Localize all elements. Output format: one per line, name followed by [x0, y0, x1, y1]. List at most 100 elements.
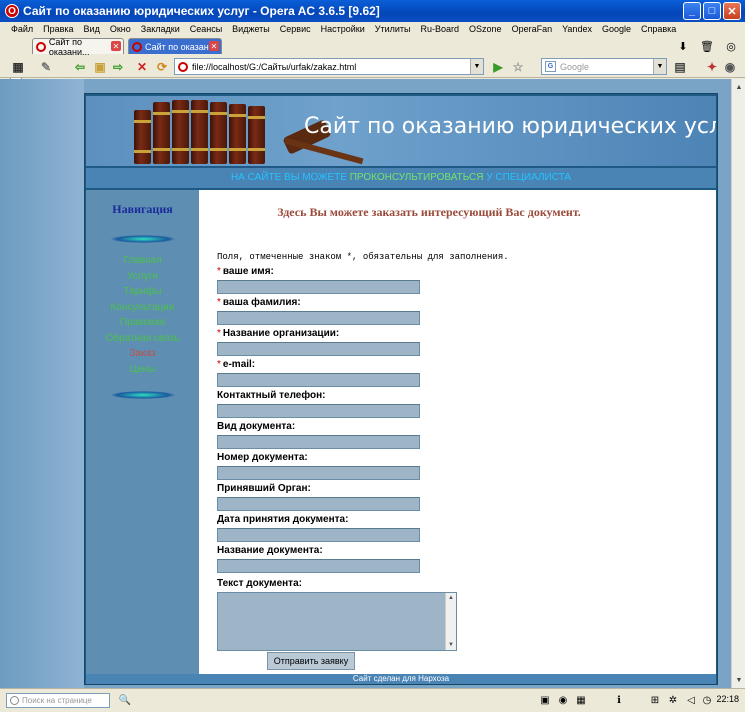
find-in-page-input[interactable]: Поиск на странице: [6, 693, 110, 708]
minimize-button[interactable]: _: [683, 2, 701, 20]
tab-close-icon[interactable]: ✕: [111, 41, 121, 51]
form-input[interactable]: [217, 404, 420, 418]
form-input[interactable]: [217, 342, 420, 356]
page-options-icon[interactable]: ▤: [672, 59, 688, 75]
sidebar-link[interactable]: Услуги: [86, 269, 199, 285]
site-footer: Сайт сделан для Нархоза: [86, 674, 716, 684]
menu-item[interactable]: Google: [597, 24, 636, 34]
menu-item[interactable]: Сеансы: [185, 24, 227, 34]
stop-icon[interactable]: ✕: [134, 59, 150, 75]
find-placeholder: Поиск на странице: [22, 696, 92, 705]
menu-item[interactable]: Вид: [79, 24, 105, 34]
search-dropdown-icon[interactable]: ▼: [653, 59, 666, 74]
field-label-text: Дата принятия документа:: [217, 514, 349, 525]
tab-close-icon[interactable]: ✕: [209, 41, 219, 51]
form-field: Номер документа:: [217, 452, 457, 480]
field-label-text: Контактный телефон:: [217, 390, 326, 401]
address-field[interactable]: file://localhost/G:/Сайты/urfak/zakaz.ht…: [174, 58, 484, 75]
menu-item[interactable]: OSzone: [464, 24, 507, 34]
form-input[interactable]: [217, 311, 420, 325]
close-button[interactable]: ✕: [723, 2, 741, 20]
menu-item[interactable]: Сервис: [275, 24, 316, 34]
eye-icon[interactable]: ◉: [722, 59, 738, 75]
slogan-highlight: ПРОКОНСУЛЬТИРОВАТЬСЯ: [349, 172, 484, 183]
address-url: file://localhost/G:/Сайты/urfak/zakaz.ht…: [192, 61, 357, 72]
field-label: * ваше имя:: [217, 266, 457, 279]
form-input[interactable]: [217, 559, 420, 573]
opera-menu-icon[interactable]: ◎: [723, 38, 739, 54]
form-field: * ваше имя:: [217, 266, 457, 294]
menu-item[interactable]: Виджеты: [227, 24, 275, 34]
settings-gear-icon[interactable]: ✲: [666, 693, 680, 707]
sidebar-link[interactable]: Консультации: [86, 300, 199, 316]
menu-item[interactable]: Закладки: [136, 24, 185, 34]
menu-item[interactable]: Окно: [105, 24, 136, 34]
menu-item[interactable]: Файл: [6, 24, 38, 34]
downloads-icon[interactable]: ⬇: [675, 38, 691, 54]
opera-tab-icon: [36, 41, 46, 52]
field-label: Контактный телефон:: [217, 390, 457, 403]
form-input[interactable]: [217, 528, 420, 542]
field-label: * e-mail:: [217, 359, 457, 372]
menu-item[interactable]: Yandex: [557, 24, 597, 34]
vertical-scrollbar[interactable]: ▲ ▼: [731, 79, 745, 688]
address-dropdown-icon[interactable]: ▼: [470, 59, 483, 74]
menu-item[interactable]: OperaFan: [507, 24, 558, 34]
maximize-button[interactable]: □: [703, 2, 721, 20]
slogan-text: НА САЙТЕ ВЫ МОЖЕТЕ: [230, 172, 350, 183]
sidebar-link[interactable]: Правовая: [86, 315, 199, 331]
menu-item[interactable]: Правка: [38, 24, 78, 34]
form-input[interactable]: [217, 280, 420, 294]
form-input[interactable]: [217, 435, 420, 449]
back-arrow-icon[interactable]: ⇦: [72, 59, 88, 75]
form-field: Дата принятия документа:: [217, 514, 457, 542]
sidebar-link[interactable]: Заказ: [86, 346, 199, 362]
tab-2-active[interactable]: Сайт по оказан... ✕: [128, 38, 222, 54]
tab-1[interactable]: Сайт по оказани... ✕: [32, 37, 124, 57]
form-input[interactable]: [217, 497, 420, 511]
folder-icon[interactable]: ▣: [92, 59, 108, 75]
forward-arrow-icon[interactable]: ⇨: [110, 59, 126, 75]
bookmark-star-icon[interactable]: ☆: [510, 59, 526, 75]
sidebar-divider: [109, 235, 176, 243]
form-field: * e-mail:: [217, 359, 457, 387]
menu-item[interactable]: Ru-Board: [416, 24, 465, 34]
form-input[interactable]: [217, 373, 420, 387]
turbo-icon[interactable]: ◉: [556, 693, 570, 707]
form-field: * Название организации:: [217, 328, 457, 356]
form-heading: Здесь Вы можете заказать интересующий Ва…: [277, 205, 581, 219]
window-title-bar: O Сайт по оказанию юридических услуг - O…: [0, 0, 745, 22]
menu-item[interactable]: Утилиты: [370, 24, 416, 34]
speaker-icon[interactable]: ◁: [684, 693, 698, 707]
status-bar: Поиск на странице 🔍 ▣ ◉ ▦ ℹ ⊞ ✲ ◁ ◷ 22:1…: [0, 688, 745, 712]
tool-icon[interactable]: ✦: [704, 59, 720, 75]
reload-icon[interactable]: ⟳: [154, 59, 170, 75]
info-icon[interactable]: ℹ: [612, 693, 626, 707]
scroll-up-icon[interactable]: ▲: [733, 81, 745, 93]
sidebar-link[interactable]: Обратная связь: [86, 331, 199, 347]
scroll-down-icon[interactable]: ▼: [733, 674, 745, 686]
form-input[interactable]: [217, 466, 420, 480]
sidebar-link[interactable]: Цены: [86, 362, 199, 378]
images-icon[interactable]: ▦: [574, 693, 588, 707]
magnifier-icon[interactable]: 🔍: [118, 693, 132, 707]
trash-icon[interactable]: 🗑: [699, 38, 715, 54]
submit-button[interactable]: Отправить заявку: [267, 652, 355, 670]
panels-icon[interactable]: ▦: [10, 59, 26, 75]
go-icon[interactable]: ▶: [490, 59, 506, 75]
page-info-icon[interactable]: ▣: [538, 693, 552, 707]
pencil-icon[interactable]: ✎: [38, 59, 54, 75]
search-field[interactable]: G Google ▼: [541, 58, 667, 75]
menu-item[interactable]: Настройки: [316, 24, 370, 34]
sidebar-link[interactable]: Главная: [86, 253, 199, 269]
field-label-text: e-mail:: [222, 359, 256, 370]
network-icon[interactable]: ⊞: [648, 693, 662, 707]
textarea-scrollbar[interactable]: ▲ ▼: [445, 593, 456, 650]
sidebar-link[interactable]: Тарифы: [86, 284, 199, 300]
document-text-textarea[interactable]: ▲ ▼: [217, 592, 457, 651]
order-form: Здесь Вы можете заказать интересующий Ва…: [199, 190, 716, 674]
scroll-down-icon[interactable]: ▼: [446, 640, 456, 650]
field-label-text: Принявший Орган:: [217, 483, 311, 494]
menu-item[interactable]: Справка: [636, 24, 681, 34]
scroll-up-icon[interactable]: ▲: [446, 593, 456, 603]
